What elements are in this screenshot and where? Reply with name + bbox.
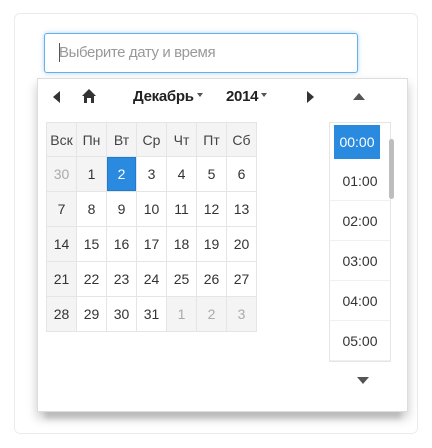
day-cell[interactable]: 10 <box>136 191 167 227</box>
day-cell[interactable]: 16 <box>106 226 137 262</box>
day-cell[interactable]: 24 <box>136 261 167 297</box>
week-row: 7 8 9 10 11 12 13 <box>46 191 257 227</box>
day-cell[interactable]: 3 <box>136 156 167 192</box>
month-label: Декабрь <box>133 88 194 105</box>
year-dropdown-arrow-icon <box>261 93 268 98</box>
day-cell[interactable]: 26 <box>196 261 227 297</box>
day-cell[interactable]: 30 <box>106 296 137 332</box>
prev-month-icon[interactable] <box>50 89 66 105</box>
weekday-header: Чт <box>166 122 197 157</box>
calendar-grid: Вск Пн Вт Ср Чт Пт Сб 30 1 2 3 4 5 6 7 8 <box>46 122 257 332</box>
picker-shadow <box>45 412 401 422</box>
week-row: 30 1 2 3 4 5 6 <box>46 156 257 192</box>
day-cell[interactable]: 19 <box>196 226 227 262</box>
weekday-header: Вт <box>106 122 137 157</box>
day-cell[interactable]: 2 <box>196 296 227 332</box>
weekday-header: Вск <box>46 122 77 157</box>
weekday-header: Ср <box>136 122 167 157</box>
time-option-selected[interactable]: 00:00 <box>334 125 380 159</box>
day-cell[interactable]: 15 <box>76 226 107 262</box>
time-scroll-down-icon[interactable] <box>357 377 369 384</box>
day-cell[interactable]: 18 <box>166 226 197 262</box>
day-cell[interactable]: 5 <box>196 156 227 192</box>
day-cell[interactable]: 28 <box>46 296 77 332</box>
picker-navigation: Декабрь 2014 <box>38 79 407 115</box>
text-caret <box>59 43 60 62</box>
weekday-header-row: Вск Пн Вт Ср Чт Пт Сб <box>46 122 257 157</box>
day-cell[interactable]: 9 <box>106 191 137 227</box>
day-cell[interactable]: 6 <box>226 156 257 192</box>
month-select[interactable]: Декабрь <box>133 88 203 105</box>
day-cell[interactable]: 25 <box>166 261 197 297</box>
day-cell[interactable]: 23 <box>106 261 137 297</box>
year-label: 2014 <box>226 88 259 105</box>
week-row: 21 22 23 24 25 26 27 <box>46 261 257 297</box>
day-cell[interactable]: 21 <box>46 261 77 297</box>
time-list-scrollbar[interactable] <box>389 139 394 199</box>
month-dropdown-arrow-icon <box>196 93 203 98</box>
day-cell[interactable]: 20 <box>226 226 257 262</box>
datetime-input-placeholder: Выберите дату и время <box>59 44 216 61</box>
home-icon[interactable] <box>81 89 97 105</box>
weekday-header: Пт <box>196 122 227 157</box>
day-cell[interactable]: 7 <box>46 191 77 227</box>
weekday-header: Пн <box>76 122 107 157</box>
day-cell[interactable]: 1 <box>166 296 197 332</box>
day-cell[interactable]: 4 <box>166 156 197 192</box>
next-month-icon[interactable] <box>302 89 318 105</box>
day-cell[interactable]: 8 <box>76 191 107 227</box>
datetime-picker-dropdown: Декабрь 2014 Вск Пн Вт Ср Чт Пт Сб 30 1 … <box>37 78 408 412</box>
day-cell[interactable]: 13 <box>226 191 257 227</box>
day-cell[interactable]: 11 <box>166 191 197 227</box>
day-cell[interactable]: 27 <box>226 261 257 297</box>
year-select[interactable]: 2014 <box>226 88 268 105</box>
time-scroll-up-icon[interactable] <box>353 93 365 100</box>
weekday-header: Сб <box>226 122 257 157</box>
day-cell[interactable]: 17 <box>136 226 167 262</box>
time-option[interactable]: 02:00 <box>330 201 390 241</box>
day-cell[interactable]: 14 <box>46 226 77 262</box>
day-cell[interactable]: 12 <box>196 191 227 227</box>
day-cell[interactable]: 1 <box>76 156 107 192</box>
time-list[interactable]: 00:00 01:00 02:00 03:00 04:00 05:00 <box>329 122 391 362</box>
day-cell-selected[interactable]: 2 <box>106 156 137 192</box>
day-cell[interactable]: 30 <box>46 156 77 192</box>
week-row: 28 29 30 31 1 2 3 <box>46 296 257 332</box>
time-option[interactable]: 03:00 <box>330 241 390 281</box>
time-option[interactable]: 05:00 <box>330 321 390 361</box>
time-option[interactable]: 04:00 <box>330 281 390 321</box>
day-cell[interactable]: 29 <box>76 296 107 332</box>
day-cell[interactable]: 31 <box>136 296 167 332</box>
week-row: 14 15 16 17 18 19 20 <box>46 226 257 262</box>
day-cell[interactable]: 22 <box>76 261 107 297</box>
datetime-input[interactable]: Выберите дату и время <box>44 33 358 73</box>
day-cell[interactable]: 3 <box>226 296 257 332</box>
time-option[interactable]: 01:00 <box>330 161 390 201</box>
